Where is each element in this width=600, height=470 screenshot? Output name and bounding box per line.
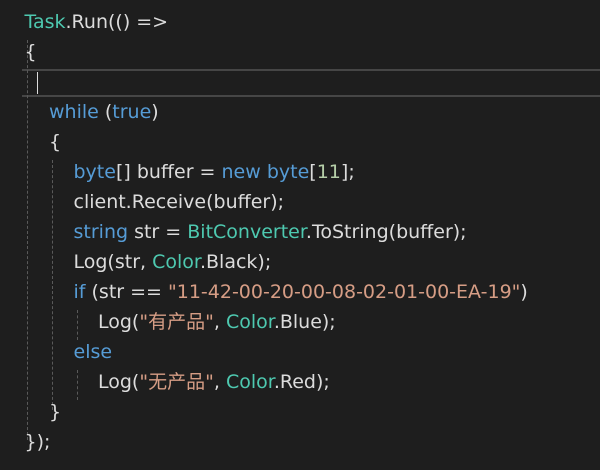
code-token-default: } — [49, 401, 62, 423]
code-token-keyword: byte — [73, 161, 116, 183]
code-token-default: , — [213, 371, 226, 393]
code-token-string: "无产品" — [139, 371, 214, 393]
code-token-type: Task — [24, 11, 66, 33]
code-line: while (true) — [49, 97, 159, 127]
code-token-type: Color — [225, 311, 274, 333]
code-token-keyword: byte — [266, 161, 310, 183]
code-line: } — [49, 397, 61, 427]
code-token-keyword: true — [112, 101, 152, 123]
code-token-default: , — [213, 311, 226, 333]
code-token-type: Color — [225, 371, 274, 393]
code-line: { — [49, 127, 61, 157]
code-line: Task.Run(() => — [25, 7, 169, 37]
code-token-default: [] buffer = — [115, 161, 222, 183]
indent-guide — [77, 310, 78, 340]
code-token-type: Color — [152, 251, 200, 273]
code-token-default: Log( — [98, 371, 140, 393]
code-token-number: 11 — [316, 161, 341, 183]
code-token-keyword: else — [73, 341, 113, 363]
code-token-default: { — [49, 131, 62, 153]
code-token-string: "有产品" — [139, 311, 214, 333]
code-line: Log(str, Color.Black); — [74, 247, 272, 277]
code-line: if (str == "11-42-00-20-00-08-02-01-00-E… — [74, 277, 528, 307]
code-token-default: ]; — [340, 161, 355, 183]
code-token-default: ) — [151, 101, 159, 123]
indent-guide — [52, 160, 53, 410]
code-token-default: client.Receive(buffer); — [73, 191, 285, 213]
code-line: client.Receive(buffer); — [74, 187, 285, 217]
code-line: }); — [25, 427, 51, 457]
code-token-keyword: if — [73, 281, 86, 303]
code-token-default: Log( — [98, 311, 140, 333]
code-token-default: .ToString(buffer); — [305, 221, 467, 243]
code-editor[interactable]: Task.Run(() =>{while (true){byte[] buffe… — [0, 0, 600, 470]
code-token-default: ) — [520, 281, 528, 303]
code-token-default: .Run(() => — [65, 11, 169, 33]
current-line-highlight — [22, 69, 600, 97]
code-token-default: Log(str, — [73, 251, 153, 273]
code-token-keyword: string — [73, 221, 129, 243]
code-line: { — [25, 37, 37, 67]
code-token-default: str = — [128, 221, 188, 243]
code-token-default: .Blue); — [273, 311, 336, 333]
code-token-type: BitConverter — [187, 221, 306, 243]
indent-guide — [27, 40, 28, 440]
text-cursor — [37, 72, 38, 94]
code-token-default: ( — [98, 101, 113, 123]
code-token-default: .Red); — [273, 371, 330, 393]
code-token-keyword: while — [49, 101, 99, 123]
code-token-default: (str == — [85, 281, 168, 303]
code-token-default: }); — [24, 431, 51, 453]
code-line: else — [74, 337, 113, 367]
indent-guide — [77, 370, 78, 400]
code-line: byte[] buffer = new byte[11]; — [74, 157, 355, 187]
code-token-keyword: new — [221, 161, 261, 183]
code-token-default: [ — [309, 161, 317, 183]
code-token-default: { — [24, 41, 37, 63]
code-line: Log("无产品", Color.Red); — [98, 367, 330, 397]
code-line: string str = BitConverter.ToString(buffe… — [74, 217, 467, 247]
code-token-default: .Black); — [199, 251, 272, 273]
code-token-string: "11-42-00-20-00-08-02-01-00-EA-19" — [168, 281, 521, 303]
code-line: Log("有产品", Color.Blue); — [98, 307, 336, 337]
